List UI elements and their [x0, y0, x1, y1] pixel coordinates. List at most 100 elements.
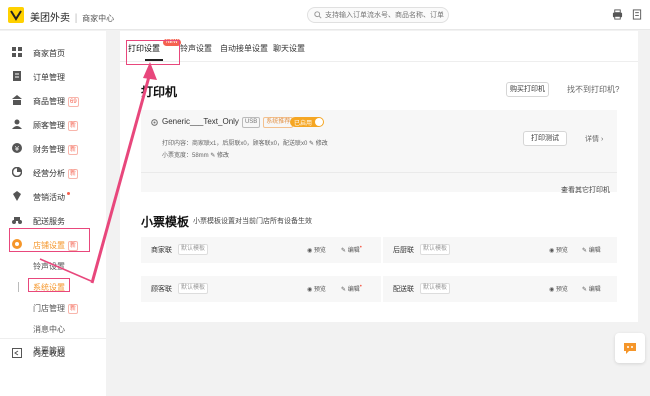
default-template-tag: 默认模板: [420, 283, 451, 294]
sidebar-item-goods[interactable]: 商品管理 69: [0, 88, 106, 112]
sidebar-item-label: 顾客管理新: [33, 121, 79, 131]
brand: 美团外卖 | 商家中心: [30, 9, 114, 24]
finance-icon: ¥: [12, 143, 22, 153]
sidebar-item-label: 商家首页: [33, 49, 65, 58]
sidebar-item-orders[interactable]: 订单管理: [0, 64, 106, 88]
printer-small-icon: [151, 119, 158, 126]
new-badge: 新: [68, 169, 79, 179]
edit-dot: •: [359, 284, 362, 290]
brand-name: 美团外卖: [30, 13, 70, 24]
preview-button[interactable]: ◉ 预览: [549, 284, 568, 293]
search-input[interactable]: [325, 9, 445, 21]
template-card-merchant: 商家联 默认模板 ◉ 预览 ✎ 编辑•: [141, 237, 381, 263]
sidebar-item-finance[interactable]: ¥ 财务管理新: [0, 136, 106, 160]
chevron-down-icon: ⌄: [561, 186, 567, 193]
sidebar-item-label: 配送服务: [33, 217, 65, 226]
subnav-store-management[interactable]: 门店管理新: [33, 303, 79, 314]
customer-icon: [12, 119, 22, 129]
marketing-icon: [13, 191, 21, 201]
top-bar: 美团外卖 | 商家中心: [0, 0, 650, 30]
edit-content-link[interactable]: ✎ 修改: [309, 141, 328, 147]
sidebar-item-label: 经营分析新: [33, 169, 79, 179]
toggle-knob: [315, 118, 323, 126]
new-badge: 新: [68, 145, 79, 155]
template-section-subtitle: 小票模板设置对当前门店所有设备生效: [193, 218, 312, 225]
edit-button[interactable]: ✎ 编辑: [582, 245, 601, 254]
preview-button[interactable]: ◉ 预览: [307, 245, 326, 254]
edit-button[interactable]: ✎ 编辑: [582, 284, 601, 293]
highlight-box-system-settings: [28, 278, 70, 292]
template-name: 商家联: [151, 247, 172, 254]
edit-button[interactable]: ✎ 编辑•: [341, 245, 362, 254]
tab-divider: [120, 61, 638, 62]
sidebar-item-home[interactable]: 商家首页: [0, 40, 106, 64]
chat-bubble-icon: [624, 343, 636, 354]
order-icon: [13, 71, 21, 81]
edit-dot: •: [359, 245, 362, 251]
chat-float-button[interactable]: [615, 333, 645, 363]
template-name: 顾客联: [151, 286, 172, 293]
default-template-tag: 默认模板: [420, 244, 451, 255]
sidebar-item-label: 财务管理新: [33, 145, 79, 155]
sidebar-item-marketing[interactable]: 营销活动: [0, 184, 106, 208]
printer-icon[interactable]: [612, 9, 623, 20]
template-card-customer: 顾客联 默认模板 ◉ 预览 ✎ 编辑•: [141, 276, 381, 302]
sidebar-item-label: 商品管理 69: [33, 97, 79, 107]
printer-enabled-toggle[interactable]: 已启用: [290, 117, 324, 127]
printer-name: Generic___Text_Only USB 系统推荐: [162, 117, 294, 128]
tab-ringtone-settings[interactable]: 铃声设置: [180, 43, 212, 54]
template-name: 配送联: [393, 286, 414, 293]
sidebar-collapse[interactable]: 向左收起: [0, 338, 106, 365]
subnav-message-center[interactable]: 消息中心: [33, 324, 65, 335]
highlight-box-shop-settings: [9, 228, 90, 252]
home-icon: [12, 47, 22, 57]
default-template-tag: 默认模板: [178, 244, 209, 255]
tab-chat-settings[interactable]: 聊天设置: [273, 43, 305, 54]
template-section-title: 小票模板: [141, 215, 190, 229]
printer-section-title: 打印机: [141, 85, 178, 99]
chevron-right-icon: ›: [600, 136, 604, 143]
svg-text:¥: ¥: [15, 145, 20, 153]
analysis-icon: [12, 167, 22, 177]
usb-tag: USB: [241, 117, 261, 128]
more-printers-row[interactable]: 查看其它打印机 ⌄: [141, 172, 617, 194]
sidebar-item-customers[interactable]: 顾客管理新: [0, 112, 106, 136]
edit-button[interactable]: ✎ 编辑•: [341, 284, 362, 293]
template-card-delivery: 配送联 默认模板 ◉ 预览 ✎ 编辑: [383, 276, 617, 302]
print-content-line: 打印内容：商家联x1，后厨联x0，顾客联x0，配送联x0 ✎ 修改: [162, 141, 328, 147]
collapse-icon: [12, 348, 22, 358]
sidebar-item-analysis[interactable]: 经营分析新: [0, 160, 106, 184]
highlight-box-tab: [126, 40, 180, 65]
meituan-logo-icon: [8, 7, 24, 23]
receipt-width-line: 小票宽度：58mm ✎ 修改: [162, 153, 230, 159]
new-badge: 新: [68, 304, 79, 314]
printer-not-found-link[interactable]: 找不到打印机?: [567, 84, 619, 95]
printer-detail-link[interactable]: 详情 ›: [585, 134, 603, 144]
edit-width-link[interactable]: ✎ 修改: [210, 153, 229, 159]
brand-subtitle: 商家中心: [82, 14, 115, 23]
subnav-ringtone[interactable]: 铃声设置: [33, 261, 65, 272]
default-template-tag: 默认模板: [178, 283, 209, 294]
buy-printer-button[interactable]: 购买打印机: [506, 82, 549, 97]
tab-auto-accept-settings[interactable]: 自动接单设置: [220, 43, 268, 54]
new-badge: 新: [68, 121, 79, 131]
search-box[interactable]: [307, 7, 449, 23]
preview-button[interactable]: ◉ 预览: [549, 245, 568, 254]
toggle-label: 已启用: [294, 121, 313, 127]
brand-divider: |: [74, 13, 78, 24]
sidebar-item-label: 订单管理: [33, 73, 65, 82]
sidebar-item-label: 营销活动: [33, 192, 70, 203]
delivery-icon: [12, 217, 22, 224]
preview-button[interactable]: ◉ 预览: [307, 284, 326, 293]
goods-icon: [12, 95, 22, 105]
template-name: 后厨联: [393, 247, 414, 254]
template-card-kitchen: 后厨联 默认模板 ◉ 预览 ✎ 编辑: [383, 237, 617, 263]
document-icon[interactable]: [632, 9, 642, 20]
count-badge: 69: [68, 97, 79, 107]
search-icon: [314, 11, 322, 19]
notification-dot: [67, 192, 70, 195]
subnav-indicator: [18, 282, 19, 292]
collapse-label: 向左收起: [33, 349, 65, 358]
system-recommended-tag: 系统推荐: [263, 117, 294, 128]
print-test-button[interactable]: 打印测试: [523, 131, 567, 146]
